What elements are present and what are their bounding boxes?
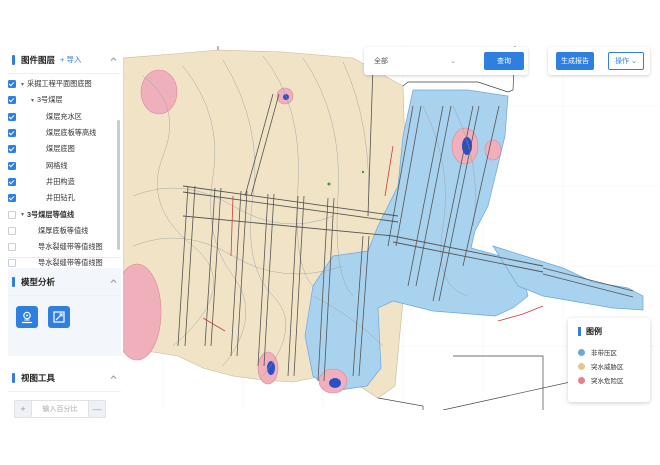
layer-label: 3号煤层 bbox=[37, 95, 63, 105]
layer-checkbox[interactable] bbox=[8, 96, 16, 105]
layer-label: 网格线 bbox=[46, 160, 68, 170]
expand-arrow-icon[interactable]: ▾ bbox=[21, 211, 24, 218]
layer-item[interactable]: ▾ 3号煤层 bbox=[8, 92, 121, 108]
layer-tree: ▾ 采掘工程平面图底图 ▾ 3号煤层 煤层充水区 煤层底板等高线 煤层底图 网格线 井田构造 井田… bbox=[8, 74, 121, 268]
layer-checkbox[interactable] bbox=[8, 210, 16, 219]
layer-item[interactable]: 导水裂缝带等值线图 bbox=[8, 255, 121, 271]
legend-label: 突水威胁区 bbox=[591, 364, 624, 371]
legend-title: 图例 bbox=[586, 327, 602, 336]
collapse-analysis-icon[interactable] bbox=[110, 278, 117, 285]
layer-checkbox[interactable] bbox=[8, 161, 16, 170]
flood-core-3 bbox=[329, 378, 341, 388]
legend-swatch bbox=[578, 376, 585, 384]
analysis-title: 模型分析 bbox=[21, 276, 56, 287]
layer-item[interactable]: 煤层充水区 bbox=[8, 109, 121, 125]
expand-arrow-icon[interactable]: ▾ bbox=[31, 97, 34, 104]
layer-checkbox[interactable] bbox=[8, 194, 16, 203]
layer-label: 井田钻孔 bbox=[46, 193, 75, 203]
location-analysis-button[interactable] bbox=[16, 306, 38, 328]
layer-checkbox[interactable] bbox=[8, 243, 16, 252]
zoom-in-button[interactable]: + bbox=[14, 400, 32, 418]
section-marker bbox=[578, 327, 581, 336]
layer-checkbox[interactable] bbox=[8, 80, 16, 89]
legend-swatch bbox=[578, 362, 585, 370]
analysis-tools bbox=[8, 296, 121, 356]
category-select-value: 全部 bbox=[374, 58, 388, 65]
layer-item[interactable]: 井田构造 bbox=[8, 174, 121, 190]
layer-item[interactable]: 煤层底图 bbox=[8, 141, 121, 157]
layer-item[interactable]: ▾ 3号煤层等值线 bbox=[8, 206, 121, 222]
layer-checkbox[interactable] bbox=[8, 259, 16, 268]
layer-label: 导水裂缝带等值线图 bbox=[38, 242, 103, 252]
flood-core-4 bbox=[283, 94, 289, 100]
layer-checkbox[interactable] bbox=[8, 226, 16, 235]
layer-item[interactable]: 煤厚底板等值线 bbox=[8, 223, 121, 239]
legend-item: 突水危险区 bbox=[578, 373, 650, 387]
layer-item[interactable]: 网格线 bbox=[8, 157, 121, 173]
view-tools-header: 视图工具 bbox=[8, 364, 121, 392]
layer-scrollbar[interactable] bbox=[117, 120, 120, 250]
operate-label: 操作 bbox=[615, 58, 630, 65]
view-tools-panel: 视图工具 + 输入百分比 — bbox=[8, 364, 121, 418]
borehole bbox=[327, 182, 331, 186]
layer-item[interactable]: 煤层底板等高线 bbox=[8, 125, 121, 141]
layers-title: 图件图层 bbox=[21, 54, 56, 65]
layer-label: 井田构造 bbox=[46, 176, 75, 186]
map-legend: 图例 非带压区突水威胁区突水危险区 bbox=[568, 318, 650, 402]
layer-label: 煤厚底板等值线 bbox=[38, 225, 89, 235]
layer-item[interactable]: ▾ 采掘工程平面图底图 bbox=[8, 76, 121, 92]
legend-header: 图例 bbox=[578, 326, 650, 337]
chevron-down-icon: ⌄ bbox=[631, 58, 637, 65]
zoom-control: + 输入百分比 — bbox=[14, 400, 121, 418]
location-analysis-icon bbox=[22, 311, 32, 324]
action-bar: 生成报告 操作 ⌄ bbox=[548, 47, 650, 75]
layer-item[interactable]: 导水裂缝带等值线图 bbox=[8, 239, 121, 255]
legend-item: 非带压区 bbox=[578, 345, 650, 359]
query-button[interactable]: 查询 bbox=[484, 52, 524, 70]
layer-label: 采掘工程平面图底图 bbox=[27, 79, 92, 89]
layer-label: 煤层底图 bbox=[46, 144, 75, 154]
collapse-view-tools-icon[interactable] bbox=[110, 374, 117, 381]
operate-dropdown[interactable]: 操作 ⌄ bbox=[608, 52, 644, 70]
legend-item: 突水威胁区 bbox=[578, 359, 650, 373]
layer-checkbox[interactable] bbox=[8, 129, 16, 138]
view-tools-title: 视图工具 bbox=[21, 372, 56, 383]
layer-checkbox[interactable] bbox=[8, 112, 16, 121]
layer-label: 3号煤层等值线 bbox=[27, 209, 75, 219]
sidebar: 图件图层 + 导入 ▾ 采掘工程平面图底图 ▾ 3号煤层 煤层充水区 煤层底板等高线 煤层底… bbox=[8, 46, 121, 418]
search-bar: 全部 ⌄ 查询 bbox=[364, 47, 528, 75]
zoom-percent-input[interactable]: 输入百分比 bbox=[32, 400, 88, 418]
generate-report-button[interactable]: 生成报告 bbox=[556, 52, 594, 70]
layer-label: 煤层充水区 bbox=[46, 111, 82, 121]
import-button[interactable]: + 导入 bbox=[60, 54, 81, 65]
expand-arrow-icon[interactable]: ▾ bbox=[21, 81, 24, 88]
zoom-out-button[interactable]: — bbox=[88, 400, 106, 418]
legend-label: 非带压区 bbox=[591, 350, 617, 357]
layer-label: 导水裂缝带等值线图 bbox=[38, 258, 103, 268]
collapse-layers-icon[interactable] bbox=[110, 56, 117, 63]
legend-swatch bbox=[578, 348, 585, 356]
section-marker bbox=[12, 372, 15, 383]
model-analysis-panel: 模型分析 bbox=[8, 268, 121, 356]
area-analysis-button[interactable] bbox=[48, 306, 70, 328]
layers-panel-header: 图件图层 + 导入 bbox=[8, 46, 121, 74]
area-analysis-icon bbox=[53, 311, 65, 323]
section-marker bbox=[12, 276, 15, 287]
layer-item[interactable]: 井田钻孔 bbox=[8, 190, 121, 206]
flood-core-2 bbox=[267, 361, 275, 375]
analysis-panel-header: 模型分析 bbox=[8, 268, 121, 296]
legend-label: 突水危险区 bbox=[591, 378, 624, 385]
layer-label: 煤层底板等高线 bbox=[46, 128, 97, 138]
layer-checkbox[interactable] bbox=[8, 177, 16, 186]
chevron-down-icon: ⌄ bbox=[450, 58, 456, 65]
section-marker bbox=[12, 54, 15, 65]
borehole bbox=[361, 170, 365, 174]
layer-checkbox[interactable] bbox=[8, 145, 16, 154]
